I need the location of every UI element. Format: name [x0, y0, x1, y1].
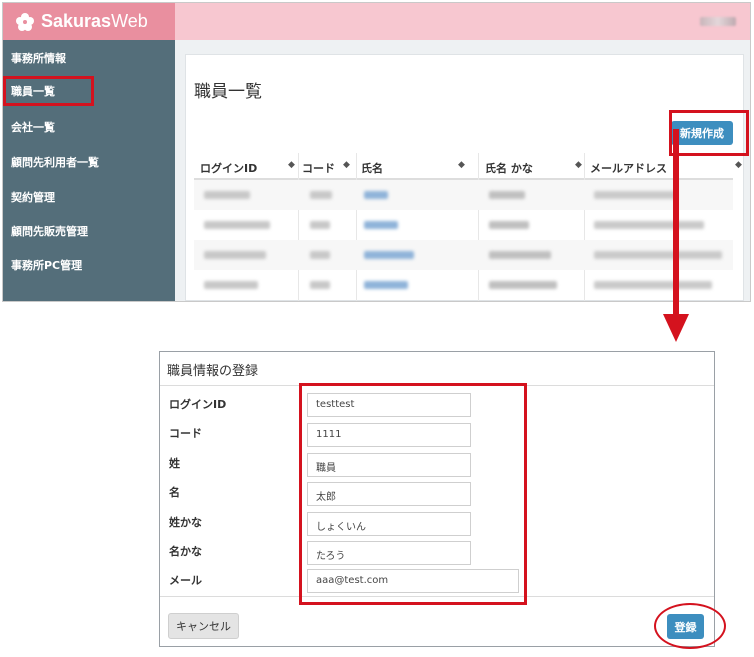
last-name-label: 姓 [169, 457, 180, 470]
sidebar-item-office-pc[interactable]: 事務所PC管理 [11, 259, 82, 273]
table-row[interactable] [194, 270, 733, 300]
sort-icon[interactable]: ◆ [343, 160, 350, 170]
highlight-form-fields [299, 383, 527, 605]
login-id-label: ログインID [169, 398, 227, 411]
blurred-cell [204, 191, 250, 199]
column-header-code[interactable]: コード [302, 160, 335, 176]
staff-list-screenshot: SakurasWeb 事務所情報 職員一覧 会社一覧 顧問先利用者一覧 契約管理… [2, 2, 751, 302]
table-row[interactable] [194, 240, 733, 270]
brand-name: SakurasWeb [41, 11, 148, 31]
blurred-cell [204, 221, 270, 229]
blurred-cell [310, 281, 330, 289]
table-row[interactable] [194, 210, 733, 240]
sidebar-item-office-info[interactable]: 事務所情報 [11, 52, 66, 66]
sakura-flower-icon [16, 12, 34, 31]
table-header: ログインID ◆ コード ◆ 氏名 ◆ 氏名 かな ◆ メールアドレス ◆ [194, 153, 742, 180]
staff-table: ログインID ◆ コード ◆ 氏名 ◆ 氏名 かな ◆ メールアドレス ◆ [194, 153, 742, 301]
table-body [194, 180, 733, 300]
blurred-link[interactable] [364, 281, 408, 289]
blurred-cell [594, 251, 722, 259]
blurred-cell [489, 221, 529, 229]
brand-logo[interactable]: SakurasWeb [3, 3, 175, 40]
blurred-link[interactable] [364, 221, 398, 229]
blurred-cell [594, 281, 712, 289]
column-header-name[interactable]: 氏名 [361, 160, 383, 176]
sort-icon[interactable]: ◆ [458, 160, 465, 170]
content-panel: 職員一覧 新規作成 ログインID ◆ コード ◆ 氏名 ◆ 氏名 かな ◆ メー… [185, 54, 744, 301]
highlight-register-button [654, 603, 726, 649]
arrow-head-icon [663, 314, 689, 342]
first-name-kana-label: 名かな [169, 545, 202, 558]
blurred-cell [204, 281, 258, 289]
highlight-staff-list [3, 76, 94, 106]
blurred-cell [489, 191, 525, 199]
blurred-link[interactable] [364, 251, 414, 259]
blurred-cell [489, 281, 557, 289]
column-header-name-kana[interactable]: 氏名 かな [485, 160, 533, 176]
cancel-button[interactable]: キャンセル [168, 613, 239, 639]
blurred-cell [310, 221, 330, 229]
first-name-label: 名 [169, 486, 180, 499]
column-header-login-id[interactable]: ログインID [200, 160, 257, 176]
table-row[interactable] [194, 180, 733, 210]
blurred-cell [310, 251, 330, 259]
blurred-cell [310, 191, 332, 199]
sidebar-item-company-list[interactable]: 会社一覧 [11, 121, 55, 135]
blurred-cell [594, 191, 676, 199]
page-title: 職員一覧 [194, 82, 262, 102]
sort-icon[interactable]: ◆ [288, 160, 295, 170]
sort-icon[interactable]: ◆ [575, 160, 582, 170]
last-name-kana-label: 姓かな [169, 516, 202, 529]
highlight-new-button [669, 110, 749, 156]
sidebar-item-contracts[interactable]: 契約管理 [11, 191, 55, 205]
blurred-cell [489, 251, 551, 259]
blurred-link[interactable] [364, 191, 388, 199]
user-menu-blurred[interactable] [700, 17, 736, 26]
sidebar-item-client-sales[interactable]: 顧問先販売管理 [11, 225, 88, 239]
dialog-title: 職員情報の登録 [167, 364, 259, 379]
blurred-cell [204, 251, 266, 259]
main-content: 職員一覧 新規作成 ログインID ◆ コード ◆ 氏名 ◆ 氏名 かな ◆ メー… [175, 40, 750, 301]
sidebar-item-client-users[interactable]: 顧問先利用者一覧 [11, 156, 99, 170]
code-label: コード [169, 427, 202, 440]
email-label: メール [169, 574, 202, 587]
column-header-email[interactable]: メールアドレス [590, 160, 667, 176]
blurred-cell [594, 221, 704, 229]
app-header: SakurasWeb [3, 3, 750, 40]
arrow-down-icon [673, 129, 679, 316]
sort-icon[interactable]: ◆ [735, 160, 742, 170]
